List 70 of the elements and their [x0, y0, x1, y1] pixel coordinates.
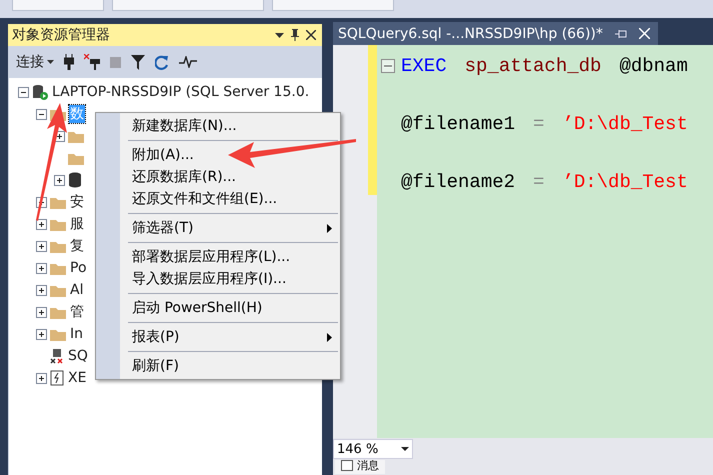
- expand-icon[interactable]: [36, 218, 47, 230]
- menu-item[interactable]: 筛选器(T): [96, 217, 340, 239]
- menu-item[interactable]: 部署数据层应用程序(L)...: [96, 246, 340, 268]
- expand-icon[interactable]: [36, 372, 47, 384]
- folder-icon: [68, 152, 84, 164]
- tree-item[interactable]: Po: [69, 260, 88, 276]
- tree-item[interactable]: 服: [69, 215, 85, 233]
- tree-item[interactable]: SQ: [67, 348, 89, 364]
- folder-icon: [50, 218, 66, 230]
- messages-tab[interactable]: 消息: [335, 460, 385, 474]
- expand-icon[interactable]: [36, 284, 47, 296]
- tree-item[interactable]: 管: [69, 303, 85, 321]
- folder-icon: [50, 240, 66, 252]
- code-token: =: [533, 112, 544, 134]
- agent-icon: [50, 348, 64, 364]
- menu-item[interactable]: 报表(P): [96, 326, 340, 348]
- menu-item[interactable]: 还原文件和文件组(E)...: [96, 188, 340, 210]
- collapse-icon[interactable]: [36, 108, 47, 120]
- disconnect-icon[interactable]: [84, 54, 100, 70]
- expand-icon[interactable]: [36, 262, 47, 274]
- tree-item[interactable]: 复: [69, 237, 85, 255]
- dropdown-icon[interactable]: [275, 32, 284, 38]
- code-token: ’D:\db_Test: [562, 170, 688, 192]
- folder-icon: [50, 284, 66, 296]
- refresh-icon[interactable]: [155, 54, 169, 70]
- menu-item[interactable]: 导入数据层应用程序(I)...: [96, 268, 340, 290]
- zoom-dropdown[interactable]: 146 %: [333, 439, 413, 459]
- menu-item[interactable]: 启动 PowerShell(H): [96, 297, 340, 319]
- filter-icon[interactable]: [131, 54, 145, 70]
- code-token: EXEC: [401, 54, 447, 76]
- pin-icon[interactable]: [290, 29, 300, 41]
- tree-item[interactable]: XE: [67, 370, 88, 386]
- collapse-icon[interactable]: [18, 86, 29, 98]
- tree-item[interactable]: In: [69, 326, 84, 342]
- folder-icon: [68, 130, 84, 142]
- expand-icon[interactable]: [36, 328, 47, 340]
- pin-icon[interactable]: [614, 28, 627, 38]
- code-token: @filename2: [401, 170, 516, 192]
- close-icon[interactable]: [306, 30, 316, 40]
- tree-item[interactable]: 安: [69, 193, 85, 211]
- messages-icon: [341, 460, 353, 471]
- activity-icon[interactable]: [179, 56, 197, 68]
- plug-icon[interactable]: [64, 54, 74, 70]
- folder-icon: [50, 262, 66, 274]
- code-token: =: [533, 170, 544, 192]
- event-icon: [50, 370, 64, 386]
- folder-icon: [50, 196, 66, 208]
- collapse-icon[interactable]: [381, 58, 395, 72]
- database-icon: [68, 172, 82, 188]
- tree-item[interactable]: Al: [69, 282, 84, 298]
- menu-item[interactable]: 还原数据库(R)...: [96, 166, 340, 188]
- folder-icon: [50, 328, 66, 340]
- server-icon: [32, 84, 48, 100]
- menu-item[interactable]: 附加(A)...: [96, 144, 340, 166]
- caret-icon: [47, 60, 54, 64]
- code-token: sp_attach_db: [464, 54, 602, 76]
- code-token: @dbnam: [619, 54, 688, 76]
- menu-item[interactable]: 刷新(F): [96, 355, 340, 377]
- code-token: @filename1: [401, 112, 516, 134]
- caret-icon: [401, 447, 409, 451]
- menu-item[interactable]: 新建数据库(N)...: [96, 115, 340, 137]
- expand-icon[interactable]: [36, 240, 47, 252]
- expand-icon[interactable]: [54, 174, 65, 186]
- tree-item[interactable]: LAPTOP-NRSSD9IP (SQL Server 15.0.: [51, 84, 310, 100]
- folder-icon: [50, 306, 66, 318]
- connect-button[interactable]: 连接: [16, 53, 54, 71]
- editor-tab[interactable]: SQLQuery6.sql -...NRSSD9IP\hp (66))*: [333, 22, 658, 45]
- panel-title: 对象资源管理器: [12, 26, 111, 44]
- expand-icon[interactable]: [36, 306, 47, 318]
- code-token: ’D:\db_Test: [562, 112, 688, 134]
